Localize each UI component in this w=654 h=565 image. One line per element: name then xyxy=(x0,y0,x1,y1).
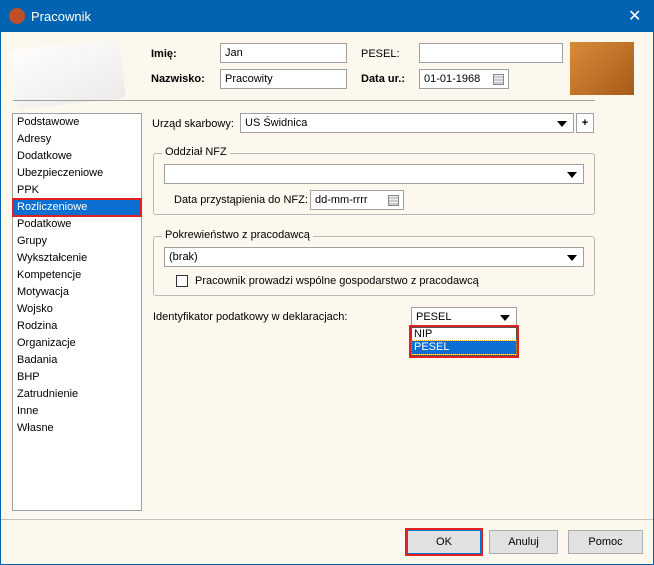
app-icon xyxy=(9,8,25,24)
ok-button[interactable]: OK xyxy=(405,528,483,556)
identyfikator-label: Identyfikator podatkowy w deklaracjach: xyxy=(153,311,348,323)
employee-card-illustration xyxy=(10,38,126,110)
calendar-icon[interactable] xyxy=(493,74,504,85)
sidebar-item[interactable]: Organizacje xyxy=(13,335,141,352)
sidebar-item[interactable]: Motywacja xyxy=(13,284,141,301)
data-ur-input[interactable]: 01-01-1968 xyxy=(419,69,509,89)
identyfikator-value: PESEL xyxy=(416,311,452,323)
help-button[interactable]: Pomoc xyxy=(568,530,643,554)
divider xyxy=(13,100,595,101)
option-nip[interactable]: NIP xyxy=(412,328,516,341)
chevron-down-icon xyxy=(567,255,577,261)
nfz-date-label: Data przystąpienia do NFZ: xyxy=(174,194,308,206)
urzad-label: Urząd skarbowy: xyxy=(152,118,234,130)
sidebar-item[interactable]: Rodzina xyxy=(13,318,141,335)
sidebar-item[interactable]: Wojsko xyxy=(13,301,141,318)
sidebar-item[interactable]: Dodatkowe xyxy=(13,148,141,165)
sidebar-item[interactable]: BHP xyxy=(13,369,141,386)
avatar[interactable] xyxy=(570,42,634,95)
sidebar-item[interactable]: Własne xyxy=(13,420,141,437)
dialog-body: Imię: Jan Nazwisko: Pracowity PESEL: Dat… xyxy=(1,32,653,564)
option-pesel[interactable]: PESEL xyxy=(411,340,517,355)
urzad-select[interactable]: US Świdnica xyxy=(240,113,574,133)
pesel-label: PESEL: xyxy=(361,48,400,60)
nfz-group-label: Oddział NFZ xyxy=(162,146,230,158)
cancel-button[interactable]: Anuluj xyxy=(489,530,558,554)
sidebar-item[interactable]: Grupy xyxy=(13,233,141,250)
identyfikator-dropdown: NIP PESEL xyxy=(409,325,519,358)
sidebar-item[interactable]: PPK xyxy=(13,182,141,199)
imie-input[interactable]: Jan xyxy=(220,43,347,63)
data-ur-value: 01-01-1968 xyxy=(424,73,481,85)
sidebar-item[interactable]: Inne xyxy=(13,403,141,420)
imie-label: Imię: xyxy=(151,48,177,60)
sidebar-item[interactable]: Podatkowe xyxy=(13,216,141,233)
sidebar-item[interactable]: Kompetencje xyxy=(13,267,141,284)
sidebar-item[interactable]: Rozliczeniowe xyxy=(12,198,142,217)
gospodarstwo-label: Pracownik prowadzi wspólne gospodarstwo … xyxy=(195,275,479,287)
pokrewienstwo-group-label: Pokrewieństwo z pracodawcą xyxy=(162,229,313,241)
add-urzad-button[interactable]: + xyxy=(576,113,594,133)
sidebar-list[interactable]: Podstawowe Adresy Dodatkowe Ubezpieczeniowe… xyxy=(12,113,142,511)
identyfikator-select[interactable]: PESEL xyxy=(411,307,517,327)
nfz-select[interactable] xyxy=(164,164,584,184)
pokrewienstwo-select[interactable]: (brak) xyxy=(164,247,584,267)
calendar-icon[interactable] xyxy=(388,195,399,206)
nazwisko-input[interactable]: Pracowity xyxy=(220,69,347,89)
close-icon[interactable]: ✕ xyxy=(628,6,641,26)
nfz-group: Oddział NFZ Data przystąpienia do NFZ: d… xyxy=(153,146,595,215)
nazwisko-label: Nazwisko: xyxy=(151,73,205,85)
nfz-date-value: dd-mm-rrrr xyxy=(315,194,368,206)
data-ur-label: Data ur.: xyxy=(361,73,406,85)
sidebar-item[interactable]: Zatrudnienie xyxy=(13,386,141,403)
pokrewienstwo-value: (brak) xyxy=(169,251,198,263)
sidebar-item[interactable]: Badania xyxy=(13,352,141,369)
chevron-down-icon xyxy=(500,315,510,321)
chevron-down-icon xyxy=(567,172,577,178)
sidebar-item[interactable]: Ubezpieczeniowe xyxy=(13,165,141,182)
sidebar-item[interactable]: Wykształcenie xyxy=(13,250,141,267)
pokrewienstwo-group: Pokrewieństwo z pracodawcą (brak) Pracow… xyxy=(153,229,595,296)
pesel-input[interactable] xyxy=(419,43,563,63)
sidebar-item[interactable]: Adresy xyxy=(13,131,141,148)
urzad-value: US Świdnica xyxy=(245,117,308,129)
chevron-down-icon xyxy=(557,121,567,127)
window-title: Pracownik xyxy=(31,9,91,24)
gospodarstwo-checkbox[interactable] xyxy=(176,275,188,287)
sidebar-item[interactable]: Podstawowe xyxy=(13,114,141,131)
divider xyxy=(1,519,653,520)
nfz-date-input[interactable]: dd-mm-rrrr xyxy=(310,190,404,210)
title-bar: Pracownik ✕ xyxy=(0,0,654,32)
